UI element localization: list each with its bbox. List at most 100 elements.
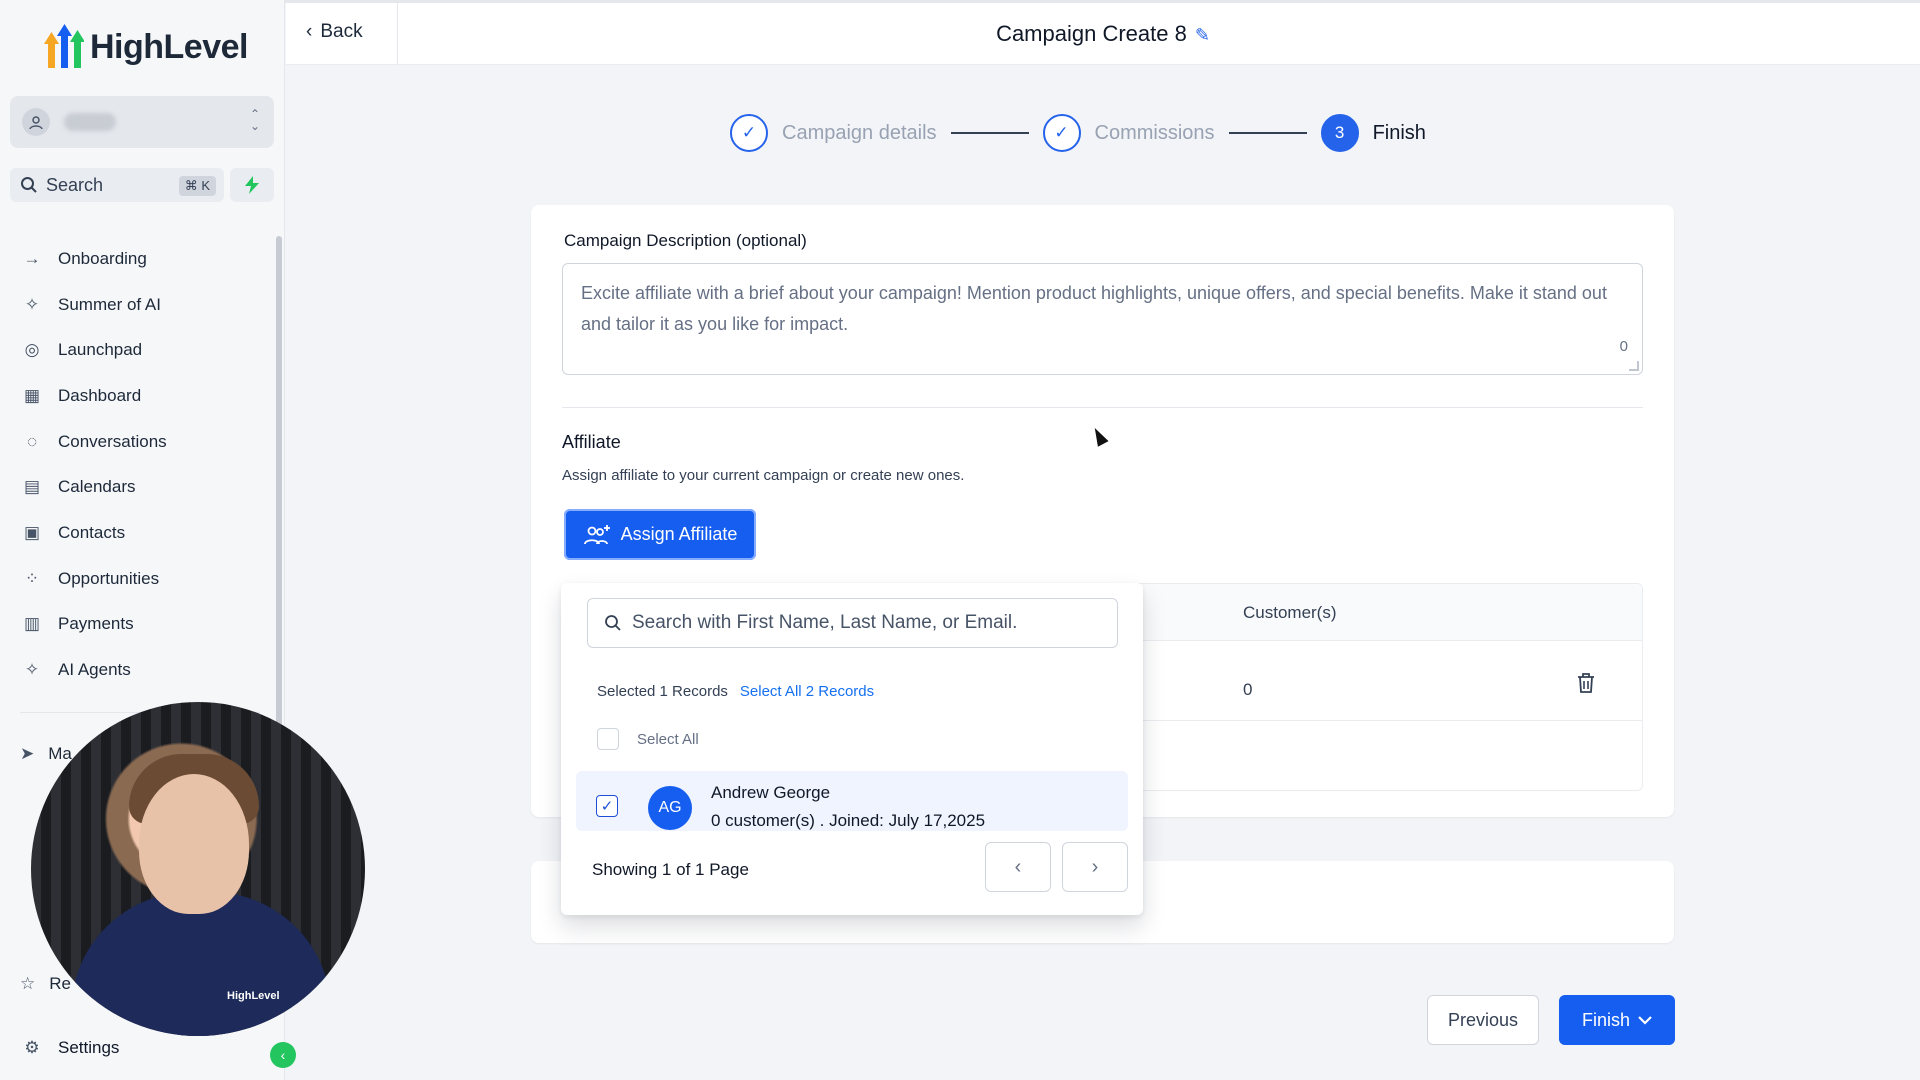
account-name-blurred bbox=[64, 113, 116, 131]
assign-affiliate-button[interactable]: Assign Affiliate bbox=[564, 509, 756, 560]
sidebar-item-dashboard[interactable]: ▦ Dashboard bbox=[0, 373, 270, 419]
add-users-icon bbox=[583, 524, 610, 544]
sparkle-icon: ✧ bbox=[24, 294, 40, 314]
sidebar-item-label: Ma bbox=[48, 744, 72, 763]
affiliate-name: Andrew George bbox=[711, 783, 831, 802]
sidebar-scrollbar[interactable] bbox=[276, 236, 282, 736]
sidebar-item-launchpad[interactable]: ◎ Launchpad bbox=[0, 327, 270, 373]
selected-count: Selected 1 Records bbox=[597, 683, 728, 700]
sidebar-item-calendars[interactable]: ▤ Calendars bbox=[0, 464, 270, 510]
step-number: 3 bbox=[1320, 114, 1359, 152]
step-label: Finish bbox=[1372, 121, 1426, 144]
chevron-updown-icon: ⌃ ⌄ bbox=[249, 107, 260, 133]
collapse-sidebar-button[interactable]: ‹ bbox=[270, 1042, 296, 1068]
step-label: Campaign details bbox=[782, 121, 937, 144]
select-all-row[interactable]: Select All bbox=[597, 728, 699, 750]
affiliate-meta: 0 customer(s) . Joined: July 17,2025 bbox=[711, 811, 986, 830]
step-connector bbox=[950, 132, 1029, 134]
chevron-right-icon: › bbox=[1091, 855, 1099, 878]
step-label: Commissions bbox=[1094, 121, 1215, 144]
step-finish[interactable]: 3 Finish bbox=[1320, 114, 1426, 152]
resize-handle-icon[interactable] bbox=[1629, 361, 1639, 371]
send-icon: ➤ bbox=[20, 744, 35, 763]
search-label: Search bbox=[46, 174, 104, 195]
sidebar-item-label: Launchpad bbox=[58, 340, 143, 360]
step-commissions[interactable]: ✓ Commissions bbox=[1042, 114, 1215, 152]
chat-icon: ◌ bbox=[26, 431, 38, 451]
logo[interactable]: HighLevel bbox=[44, 24, 248, 70]
gear-icon: ⚙ bbox=[24, 1038, 40, 1057]
presenter-face bbox=[139, 774, 249, 914]
edit-pencil-icon[interactable]: ✎ bbox=[1195, 25, 1210, 45]
sidebar-item-payments[interactable]: ▥ Payments bbox=[0, 602, 270, 648]
finish-label: Finish bbox=[1581, 1009, 1630, 1030]
top-bar: ‹ Back Campaign Create 8 ✎ bbox=[286, 3, 1920, 65]
sidebar-item-onboarding[interactable]: → Onboarding bbox=[0, 236, 270, 282]
page-title: Campaign Create 8 ✎ bbox=[286, 21, 1920, 47]
campaign-title: Campaign Create 8 bbox=[996, 21, 1187, 46]
sidebar-item-label: AI Agents bbox=[58, 660, 131, 680]
lightning-icon bbox=[245, 176, 259, 194]
affiliate-search-input[interactable] bbox=[632, 612, 1102, 634]
sidebar-item-settings[interactable]: ⚙ Settings bbox=[20, 1036, 119, 1060]
sidebar-item-contacts[interactable]: ▣ Contacts bbox=[0, 510, 270, 556]
sidebar-item-label: Conversations bbox=[58, 431, 167, 451]
sidebar-item-label: Contacts bbox=[58, 522, 126, 542]
chevron-left-icon: ‹ bbox=[280, 1047, 286, 1063]
next-page-button[interactable]: › bbox=[1062, 842, 1128, 892]
shirt-logo: HighLevel bbox=[227, 990, 280, 1002]
arrow-right-icon: → bbox=[23, 248, 41, 268]
finish-button[interactable]: Finish bbox=[1559, 995, 1675, 1045]
pagination-text: Showing 1 of 1 Page bbox=[592, 860, 749, 879]
assign-affiliate-label: Assign Affiliate bbox=[620, 524, 738, 544]
opportunities-icon: ⁘ bbox=[24, 568, 40, 588]
sidebar-search[interactable]: Search ⌘ K bbox=[10, 168, 224, 202]
customers-cell: 0 bbox=[1243, 680, 1253, 699]
sidebar-item-label: Onboarding bbox=[58, 248, 147, 268]
prev-page-button[interactable]: ‹ bbox=[985, 842, 1051, 892]
record-checkbox[interactable]: ✓ bbox=[596, 795, 618, 817]
sidebar-item-marketing[interactable]: ➤ Ma bbox=[20, 742, 72, 766]
list-item[interactable]: ✓ AG Andrew George 0 customer(s) . Joine… bbox=[576, 771, 1128, 831]
calendar-icon: ▤ bbox=[23, 477, 41, 497]
account-switcher[interactable]: ⌃ ⌄ bbox=[10, 96, 274, 148]
check-icon: ✓ bbox=[730, 114, 768, 152]
sidebar-item-label: Dashboard bbox=[58, 385, 142, 405]
affiliate-section-title: Affiliate bbox=[562, 432, 621, 452]
sparkle-icon: ✧ bbox=[24, 660, 40, 680]
stepper: ✓ Campaign details ✓ Commissions 3 Finis… bbox=[730, 114, 1426, 152]
sidebar-item-ai-agents[interactable]: ✧ AI Agents bbox=[0, 647, 270, 693]
sidebar-item-label: Payments bbox=[58, 614, 134, 634]
previous-button[interactable]: Previous bbox=[1427, 995, 1539, 1045]
check-icon: ✓ bbox=[1042, 114, 1081, 152]
sidebar-item-conversations[interactable]: ◌ Conversations bbox=[0, 419, 270, 465]
select-all-checkbox[interactable] bbox=[597, 728, 619, 750]
search-icon bbox=[21, 177, 37, 193]
sidebar-nav: → Onboarding ✧ Summer of AI ◎ Launchpad … bbox=[0, 236, 270, 693]
sidebar-item-label: Opportunities bbox=[58, 568, 160, 588]
step-campaign-details[interactable]: ✓ Campaign details bbox=[730, 114, 937, 152]
sidebar-item-label: Calendars bbox=[58, 477, 136, 497]
trash-icon[interactable] bbox=[1576, 672, 1596, 699]
account-avatar-icon bbox=[22, 108, 50, 136]
column-header-customers: Customer(s) bbox=[1243, 603, 1337, 622]
quick-action-button[interactable] bbox=[230, 168, 274, 202]
section-divider bbox=[562, 407, 1643, 408]
chevron-left-icon: ‹ bbox=[1014, 855, 1022, 878]
sidebar-item-label: Re bbox=[49, 974, 71, 993]
contacts-icon: ▣ bbox=[23, 522, 41, 542]
char-counter: 0 bbox=[1619, 338, 1628, 355]
step-connector bbox=[1228, 132, 1307, 134]
sidebar-item-reputation[interactable]: ☆ Re bbox=[20, 972, 71, 996]
sidebar-item-summer-of-ai[interactable]: ✧ Summer of AI bbox=[0, 282, 270, 328]
record-checkbox-wrapper: ✓ bbox=[596, 795, 618, 817]
affiliate-search-field[interactable] bbox=[587, 598, 1118, 648]
search-icon bbox=[605, 615, 621, 631]
rocket-icon: ◎ bbox=[24, 340, 40, 360]
sidebar-item-opportunities[interactable]: ⁘ Opportunities bbox=[0, 556, 270, 602]
description-placeholder: Excite affiliate with a brief about your… bbox=[581, 283, 1607, 334]
select-all-records-link[interactable]: Select All 2 Records bbox=[740, 683, 874, 700]
sidebar-item-label: Settings bbox=[58, 1038, 120, 1057]
description-textarea[interactable]: Excite affiliate with a brief about your… bbox=[562, 263, 1643, 375]
highlevel-logo-icon bbox=[44, 24, 84, 68]
